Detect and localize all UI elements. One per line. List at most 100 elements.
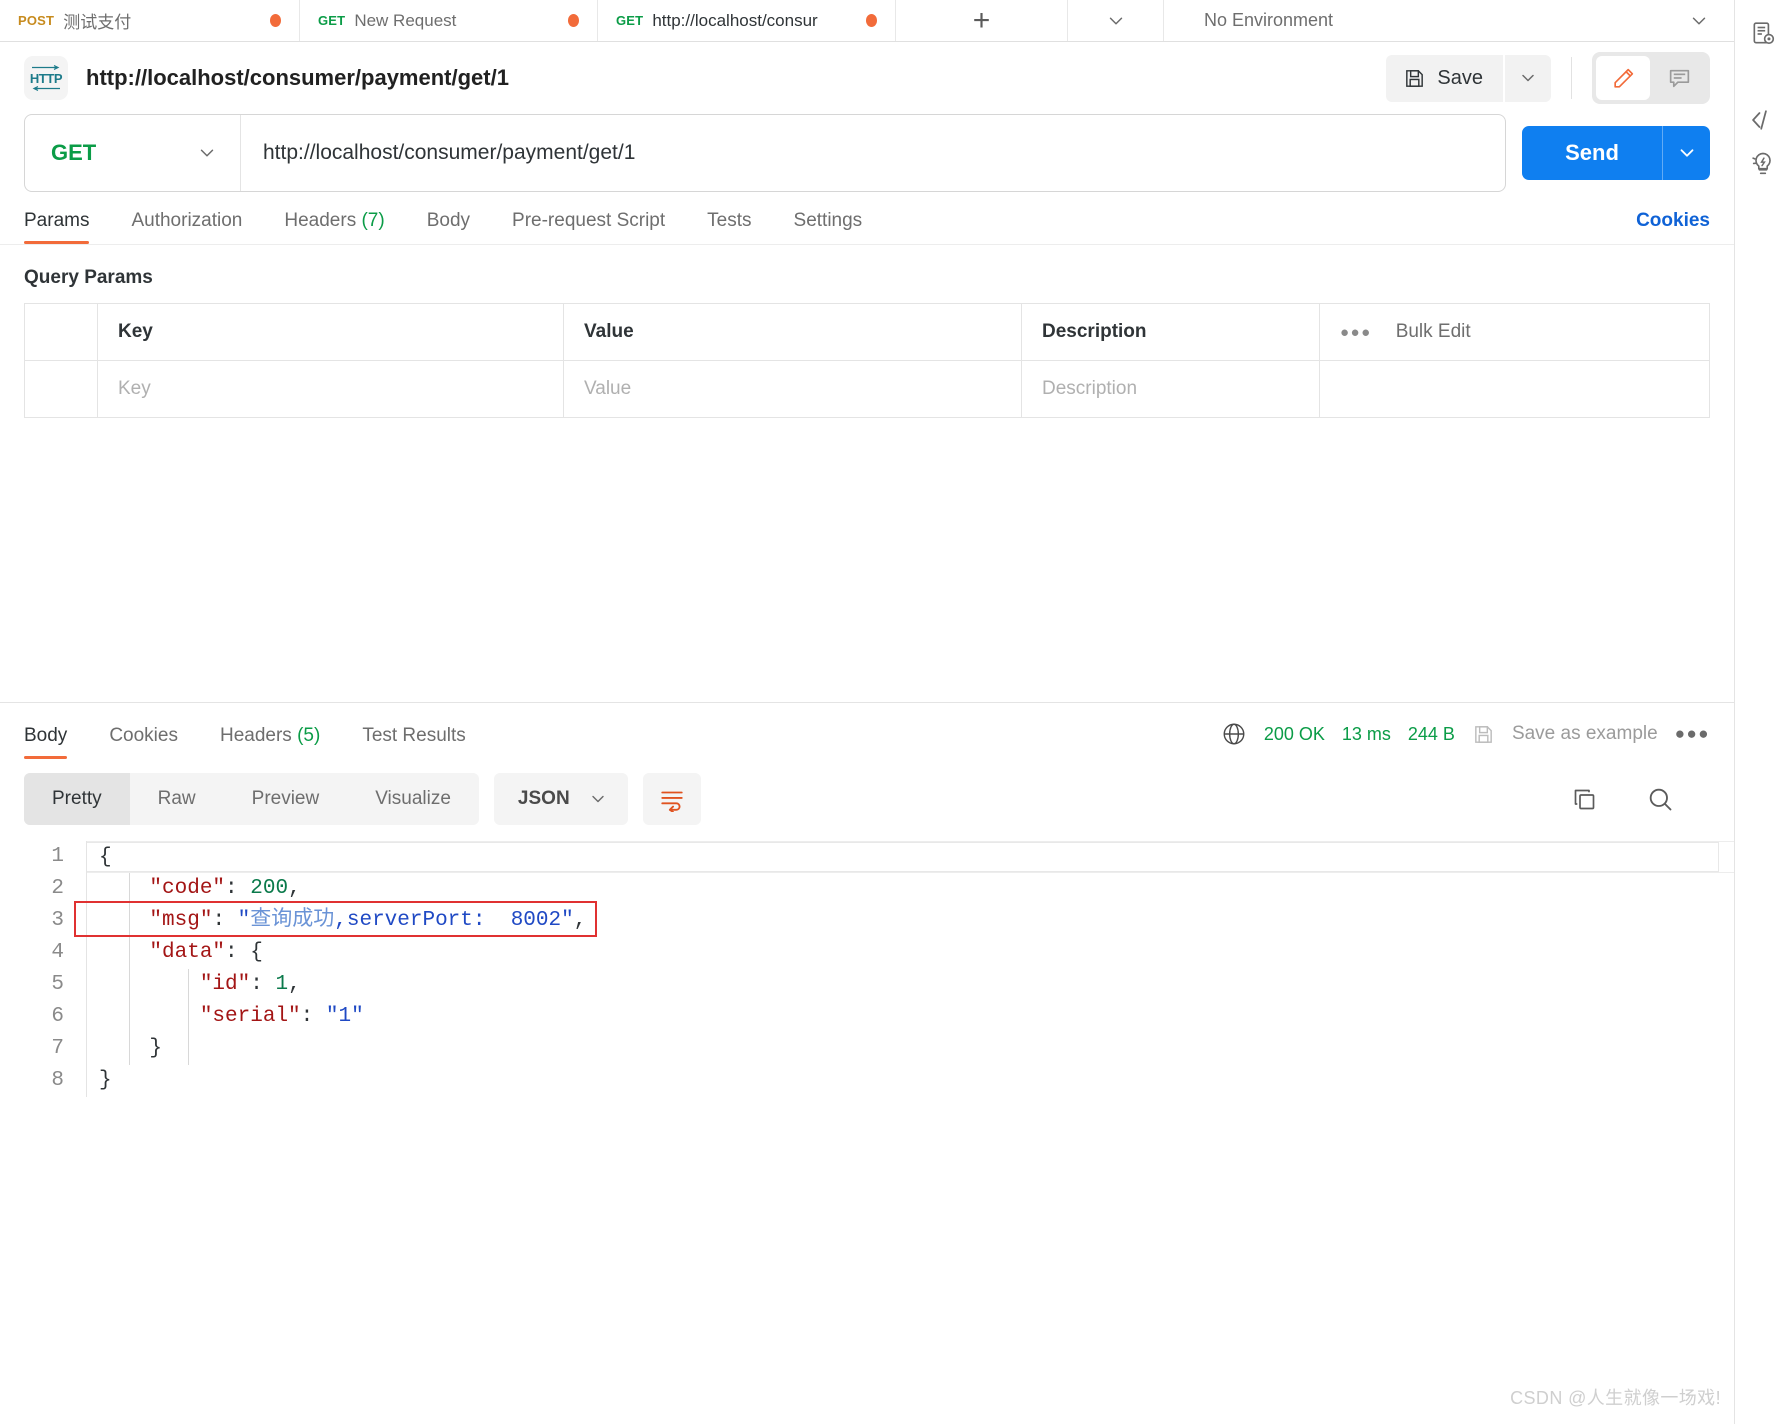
tab-count: (5) [297, 725, 321, 746]
unsaved-dot-icon [568, 14, 579, 27]
tab-label: Settings [793, 210, 863, 231]
postman-window: POST 测试支付 GET New Request GET http://loc… [0, 0, 1791, 1424]
save-example-disk-icon[interactable] [1472, 723, 1495, 746]
table-row[interactable]: Key Value Description [25, 361, 1709, 418]
response-tab-body[interactable]: Body [24, 725, 68, 759]
view-mode-raw[interactable]: Raw [130, 773, 224, 825]
http-method-select[interactable]: GET [25, 115, 241, 191]
line-number: 8 [51, 1069, 64, 1092]
select-all-cell[interactable] [25, 304, 98, 360]
code-line-2: "code": 200, [149, 877, 301, 900]
response-body-viewer: 1 2 3 4 5 6 7 8 { "code": 200, "msg": "查… [0, 841, 1734, 1097]
environment-label: No Environment [1204, 10, 1334, 30]
response-section-tabs: Body Cookies Headers (5) Test Results 20… [0, 703, 1734, 759]
bulk-edit-cell[interactable]: ●●● Bulk Edit [1320, 304, 1709, 360]
chevron-down-icon [200, 149, 214, 157]
tab-label: Tests [707, 210, 752, 231]
tab-label: Authorization [131, 210, 243, 231]
tab-label: Cookies [109, 725, 178, 746]
view-mode-pretty[interactable]: Pretty [24, 773, 130, 825]
comment-icon [1669, 69, 1689, 87]
response-toolbar: Pretty Raw Preview Visualize JSON [0, 759, 1734, 825]
lightbulb-icon[interactable] [1743, 142, 1783, 186]
response-tab-test-results[interactable]: Test Results [362, 725, 465, 759]
search-icon[interactable] [1646, 785, 1674, 813]
cookies-link[interactable]: Cookies [1636, 210, 1710, 244]
tab-title: New Request [354, 10, 457, 30]
tab-pre-request-script[interactable]: Pre-request Script [512, 210, 665, 244]
divider [1571, 57, 1572, 99]
row-trailing-cell [1320, 361, 1709, 417]
plus-icon: + [972, 3, 991, 37]
layers-preview-icon[interactable] [1743, 12, 1783, 56]
edit-pencil-button[interactable] [1596, 56, 1650, 100]
edit-comment-toggle-group [1592, 52, 1710, 104]
save-as-example-label[interactable]: Save as example [1512, 723, 1658, 745]
request-tab-3[interactable]: GET http://localhost/consur [598, 0, 896, 41]
code-line-8: } [99, 1069, 112, 1092]
url-input[interactable]: http://localhost/consumer/payment/get/1 [241, 115, 1505, 191]
request-header-actions: Save [1386, 52, 1734, 104]
empty-space [0, 418, 1734, 702]
response-format-select[interactable]: JSON [493, 773, 628, 825]
chevron-down-icon [1109, 17, 1122, 24]
copy-icon[interactable] [1571, 786, 1598, 813]
view-mode-visualize[interactable]: Visualize [347, 773, 479, 825]
bulk-edit-label[interactable]: Bulk Edit [1396, 321, 1471, 343]
response-tab-cookies[interactable]: Cookies [109, 725, 178, 759]
send-options-button[interactable] [1662, 126, 1710, 180]
response-size: 244 B [1407, 723, 1455, 744]
request-header: HTTP http://localhost/consumer/payment/g… [0, 42, 1734, 114]
save-label: Save [1437, 66, 1483, 89]
tab-params[interactable]: Params [24, 210, 90, 244]
request-tab-2[interactable]: GET New Request [300, 0, 598, 41]
line-number: 4 [51, 941, 64, 964]
tab-list-dropdown[interactable] [1068, 0, 1164, 41]
tab-headers[interactable]: Headers (7) [284, 210, 384, 244]
status-code: 200 OK [1263, 723, 1325, 744]
code-line-6: "serial": "1" [199, 1005, 364, 1028]
save-dropdown-button[interactable] [1505, 54, 1551, 102]
line-number: 7 [51, 1037, 64, 1060]
tab-count: (7) [361, 210, 385, 231]
code-line-3: "msg": "查询成功,serverPort: 8002", [149, 909, 587, 932]
save-button[interactable]: Save [1386, 54, 1503, 102]
more-options-icon[interactable]: ●●● [1340, 324, 1372, 341]
right-sidebar [1734, 0, 1791, 1424]
new-tab-button[interactable]: + [896, 0, 1068, 41]
unsaved-dot-icon [866, 14, 877, 27]
param-value-input[interactable]: Value [564, 361, 1022, 417]
line-number-gutter: 1 2 3 4 5 6 7 8 [24, 841, 86, 1097]
tab-tests[interactable]: Tests [707, 210, 751, 244]
send-button[interactable]: Send [1522, 126, 1662, 180]
tab-label: Body [426, 210, 471, 231]
param-description-input[interactable]: Description [1022, 361, 1320, 417]
code-line-1: { [87, 841, 1734, 873]
main-pane: POST 测试支付 GET New Request GET http://loc… [0, 0, 1734, 1424]
comment-button[interactable] [1652, 56, 1706, 100]
environment-selector[interactable]: No Environment [1164, 0, 1734, 41]
tab-settings[interactable]: Settings [794, 210, 863, 244]
code-snippet-icon[interactable] [1743, 98, 1783, 142]
http-badge-text: HTTP [29, 70, 63, 86]
tab-method-label: POST [18, 13, 55, 28]
column-header-key: Key [98, 304, 564, 360]
response-view-mode-group: Pretty Raw Preview Visualize [24, 773, 479, 825]
param-key-input[interactable]: Key [98, 361, 564, 417]
response-tab-headers[interactable]: Headers (5) [220, 725, 320, 759]
request-tab-1[interactable]: POST 测试支付 [0, 0, 300, 41]
response-more-options-icon[interactable]: ●●● [1675, 724, 1710, 744]
table-header-row: Key Value Description ●●● Bulk Edit [25, 304, 1709, 361]
tab-authorization[interactable]: Authorization [131, 210, 242, 244]
view-mode-preview[interactable]: Preview [224, 773, 348, 825]
tab-body[interactable]: Body [427, 210, 470, 244]
word-wrap-icon [661, 791, 683, 812]
unsaved-dot-icon [270, 14, 281, 27]
method-value: GET [51, 140, 97, 165]
row-checkbox-cell[interactable] [25, 361, 98, 417]
wrap-lines-button[interactable] [642, 773, 701, 825]
response-body-code[interactable]: { "code": 200, "msg": "查询成功,serverPort: … [74, 841, 1734, 1097]
line-number: 6 [51, 1005, 64, 1028]
column-header-value: Value [564, 304, 1022, 360]
line-number: 2 [51, 877, 64, 900]
